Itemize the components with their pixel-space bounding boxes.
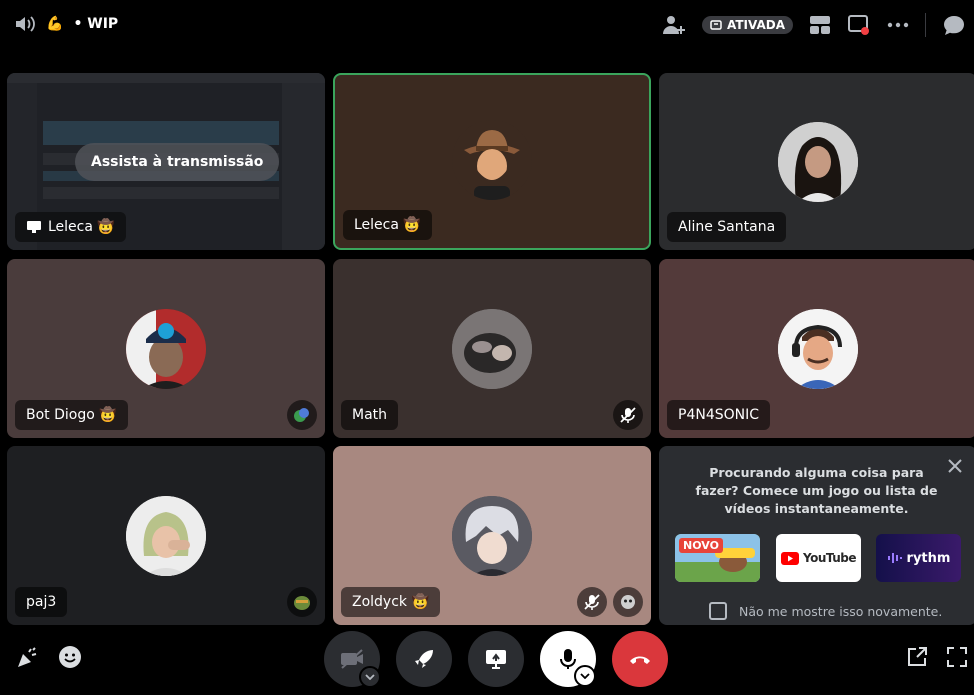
watch-stream-button[interactable]: Assista à transmissão bbox=[75, 143, 280, 181]
participant-name: Bot Diogo 🤠 bbox=[26, 407, 117, 423]
nametag: Aline Santana bbox=[667, 212, 787, 242]
rocket-icon bbox=[413, 648, 435, 670]
nametag: Leleca 🤠 bbox=[343, 210, 432, 240]
fullscreen-icon[interactable] bbox=[946, 646, 968, 668]
avatar bbox=[778, 122, 858, 202]
app-rythm[interactable]: rythm bbox=[876, 534, 961, 582]
mic-options-caret[interactable] bbox=[574, 665, 596, 687]
muted-mic-icon bbox=[577, 587, 607, 617]
participant-tile-zoldyck[interactable]: Zoldyck 🤠 bbox=[333, 446, 651, 625]
more-icon[interactable] bbox=[887, 22, 909, 28]
nametag: Zoldyck 🤠 bbox=[341, 587, 440, 617]
participant-name: Leleca 🤠 bbox=[354, 217, 421, 233]
mic-icon bbox=[558, 647, 578, 671]
app-youtube[interactable]: YouTube bbox=[776, 534, 861, 582]
participant-tile-p4n4sonic[interactable]: P4N4SONIC bbox=[659, 259, 974, 438]
popout-icon[interactable] bbox=[906, 646, 928, 668]
activity-icon bbox=[287, 400, 317, 430]
ticket-icon bbox=[710, 20, 722, 30]
dont-show-again[interactable]: Não me mostre isso novamente. bbox=[709, 602, 942, 620]
avatar bbox=[452, 309, 532, 389]
soundboard-icon[interactable] bbox=[15, 646, 39, 670]
camera-button[interactable] bbox=[324, 631, 381, 688]
participant-tile-math[interactable]: Math bbox=[333, 259, 651, 438]
activity-promo: Procurando alguma coisa para fazer? Come… bbox=[659, 446, 974, 625]
chat-icon[interactable] bbox=[942, 14, 966, 36]
add-user-icon[interactable] bbox=[662, 14, 686, 36]
channel-emoji: 💪 bbox=[46, 16, 64, 32]
top-bar: 💪 • WIP ATIVADA bbox=[0, 0, 974, 52]
participant-tile-paj3[interactable]: paj3 bbox=[7, 446, 325, 625]
screenshare-icon bbox=[484, 648, 508, 670]
participant-tile-aline[interactable]: Aline Santana bbox=[659, 73, 974, 250]
soundwave-icon bbox=[887, 551, 903, 565]
nametag: paj3 bbox=[15, 587, 68, 617]
rythm-label: rythm bbox=[906, 550, 951, 566]
channel-header: 💪 • WIP bbox=[14, 14, 118, 34]
participant-name: Zoldyck 🤠 bbox=[352, 594, 429, 610]
nametag: Bot Diogo 🤠 bbox=[15, 400, 128, 430]
camera-off-icon bbox=[339, 648, 365, 670]
new-label: NOVO bbox=[679, 538, 723, 553]
youtube-icon bbox=[780, 551, 799, 565]
avatar bbox=[452, 120, 532, 200]
activity-icon bbox=[287, 587, 317, 617]
avatar bbox=[126, 496, 206, 576]
hangup-button[interactable] bbox=[612, 631, 668, 687]
participant-name: Aline Santana bbox=[678, 219, 776, 235]
avatar bbox=[452, 496, 532, 576]
camera-options-caret[interactable] bbox=[359, 666, 381, 688]
participant-tile-leleca[interactable]: Leleca 🤠 bbox=[333, 73, 651, 250]
checkbox[interactable] bbox=[709, 602, 727, 620]
participant-name: paj3 bbox=[26, 594, 57, 610]
microphone-button[interactable] bbox=[540, 631, 596, 687]
volume-icon[interactable] bbox=[14, 14, 36, 34]
screen-icon[interactable] bbox=[847, 14, 871, 36]
checkbox-label: Não me mostre isso novamente. bbox=[739, 603, 943, 619]
grid-icon[interactable] bbox=[809, 15, 831, 35]
channel-name: • WIP bbox=[73, 16, 119, 32]
participant-name: P4N4SONIC bbox=[678, 407, 760, 423]
activity-badge[interactable]: ATIVADA bbox=[701, 16, 793, 34]
participant-tile-diogo[interactable]: Bot Diogo 🤠 bbox=[7, 259, 325, 438]
hangup-icon bbox=[628, 653, 652, 665]
muted-mic-icon bbox=[613, 400, 643, 430]
nametag: P4N4SONIC bbox=[667, 400, 771, 430]
bottom-controls bbox=[0, 628, 974, 695]
close-icon[interactable] bbox=[947, 458, 963, 474]
avatar bbox=[126, 309, 206, 389]
participant-name: Math bbox=[352, 407, 388, 423]
stream-tile[interactable]: Assista à transmissão Leleca 🤠 bbox=[7, 73, 325, 250]
monitor-icon bbox=[26, 220, 42, 234]
avatar bbox=[778, 309, 858, 389]
stream-name: Leleca 🤠 bbox=[48, 219, 115, 235]
activities-button[interactable] bbox=[396, 631, 452, 687]
activity-badge-label: ATIVADA bbox=[726, 18, 785, 32]
stream-nametag: Leleca 🤠 bbox=[15, 212, 126, 242]
emoji-icon[interactable] bbox=[58, 645, 82, 669]
promo-text: Procurando alguma coisa para fazer? Come… bbox=[695, 465, 938, 516]
top-actions: ATIVADA bbox=[662, 13, 966, 37]
app-farm[interactable]: NOVO bbox=[675, 534, 760, 582]
screenshare-button[interactable] bbox=[468, 631, 524, 687]
activity-icon bbox=[613, 587, 643, 617]
divider bbox=[925, 13, 926, 37]
youtube-label: YouTube bbox=[802, 551, 857, 565]
nametag: Math bbox=[341, 400, 399, 430]
